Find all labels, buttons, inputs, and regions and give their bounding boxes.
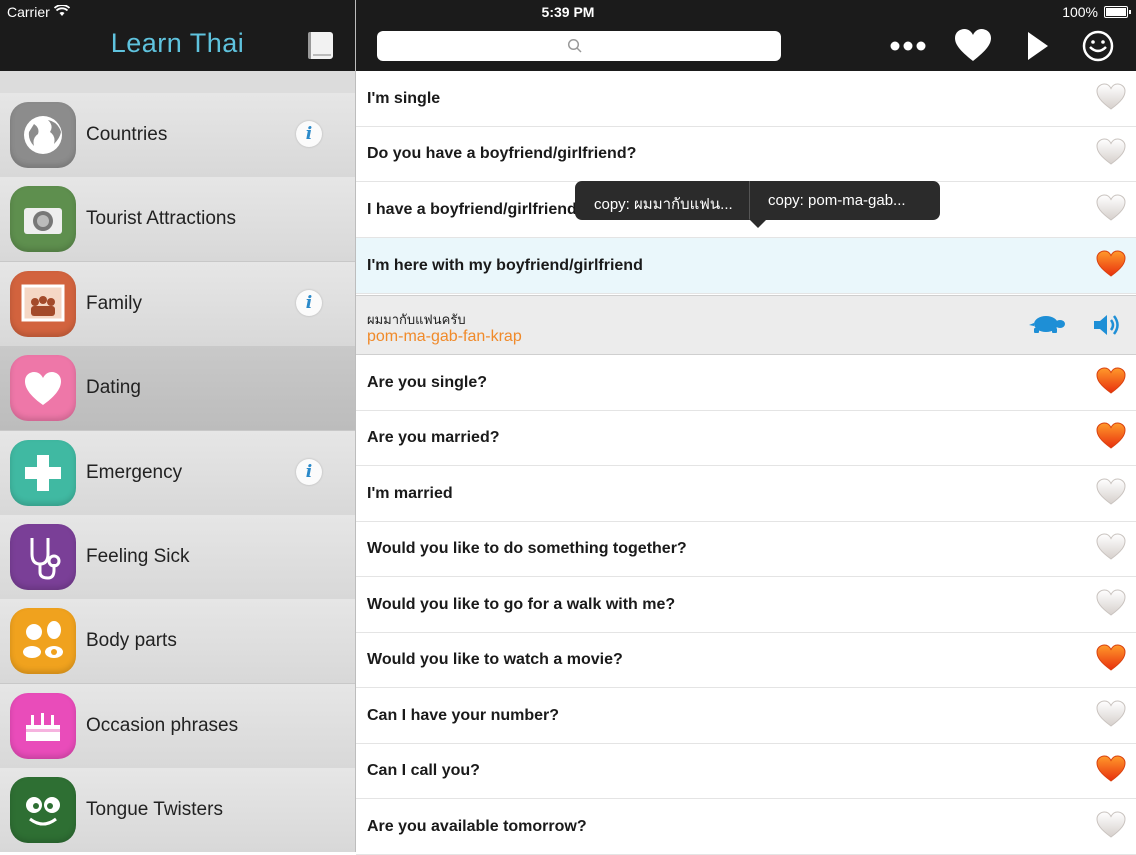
stethoscope-icon xyxy=(10,524,76,590)
battery-percent: 100% xyxy=(1062,4,1098,20)
camera-icon xyxy=(10,186,76,253)
phrase-row[interactable]: Would you like to watch a movie? xyxy=(356,632,1136,688)
category-label: Family xyxy=(86,292,142,314)
category-label: Feeling Sick xyxy=(86,546,190,567)
phrase-row[interactable]: Do you have a boyfriend/girlfriend? xyxy=(356,126,1136,182)
favorite-heart-icon[interactable] xyxy=(1096,422,1126,455)
phrase-row[interactable]: Are you available tomorrow? xyxy=(356,799,1136,855)
info-icon[interactable]: i xyxy=(296,458,322,485)
category-label: Countries xyxy=(86,124,168,145)
category-item-countries[interactable]: Countries i xyxy=(0,93,355,178)
phrase-text: Do you have a boyfriend/girlfriend? xyxy=(367,145,637,162)
search-icon xyxy=(567,38,582,53)
play-button[interactable] xyxy=(1018,28,1058,64)
phrase-detail: ผมมากับแฟนครับ pom-ma-gab-fan-krap xyxy=(356,295,1136,355)
category-item-emergency[interactable]: Emergency i xyxy=(0,430,355,516)
phrase-row[interactable]: Are you single? xyxy=(356,355,1136,411)
category-sidebar: Countries i Tourist Attractions Family i Dati… xyxy=(0,0,356,852)
phrase-row[interactable]: Would you like to do something together? xyxy=(356,521,1136,577)
category-item-tongue-twisters[interactable]: Tongue Twisters xyxy=(0,768,355,852)
clock: 5:39 PM xyxy=(541,4,595,20)
phrase-text: Would you like to go for a walk with me? xyxy=(367,596,676,613)
phrase-text: I'm single xyxy=(367,90,441,107)
more-icon xyxy=(890,41,926,51)
smiley-button[interactable] xyxy=(1078,28,1118,64)
smiley-icon xyxy=(1082,30,1114,62)
book-icon[interactable] xyxy=(308,32,333,59)
phrase-text: Can I have your number? xyxy=(367,707,560,724)
copy-menu-popup: copy: ผมมากับแฟน... copy: pom-ma-gab... xyxy=(575,181,940,228)
phrase-row[interactable]: Can I call you? xyxy=(356,743,1136,799)
popup-divider xyxy=(749,181,750,220)
category-item-family[interactable]: Family i xyxy=(0,261,355,347)
unfavorite-heart-icon[interactable] xyxy=(1096,589,1126,622)
copy-thai-button[interactable]: copy: ผมมากับแฟน... xyxy=(594,192,733,216)
phrase-row[interactable]: Can I have your number? xyxy=(356,688,1136,744)
unfavorite-heart-icon[interactable] xyxy=(1096,194,1126,227)
favorites-heart-icon xyxy=(955,29,991,61)
status-bar: Carrier 5:39 PM 100% xyxy=(0,0,1136,24)
category-item-tourist-attractions[interactable]: Tourist Attractions xyxy=(0,177,355,263)
more-button[interactable] xyxy=(888,28,928,64)
unfavorite-heart-icon[interactable] xyxy=(1096,478,1126,511)
favorites-button[interactable] xyxy=(953,28,993,64)
phrase-row[interactable]: Are you married? xyxy=(356,410,1136,466)
phrase-text: I'm married xyxy=(367,485,453,502)
favorite-heart-icon[interactable] xyxy=(1096,644,1126,677)
category-label: Emergency xyxy=(86,461,183,483)
unfavorite-heart-icon[interactable] xyxy=(1096,533,1126,566)
cake-icon xyxy=(10,692,76,759)
info-icon[interactable]: i xyxy=(296,121,322,147)
category-label: Tourist Attractions xyxy=(86,208,236,230)
slow-playback-button[interactable] xyxy=(1028,314,1068,339)
phrase-text: Are you married? xyxy=(367,429,500,446)
phrase-panel: I'm single Do you have a boyfriend/girlfr… xyxy=(356,0,1136,855)
phrase-text: Are you available tomorrow? xyxy=(367,818,587,835)
category-item-feeling-sick[interactable]: Feeling Sick xyxy=(0,515,355,600)
heart-icon xyxy=(10,355,76,422)
search-input[interactable] xyxy=(377,31,781,61)
silly-face-icon xyxy=(10,777,76,844)
popup-arrow xyxy=(749,219,767,228)
unfavorite-heart-icon[interactable] xyxy=(1096,83,1126,116)
thai-text: ผมมากับแฟนครับ xyxy=(367,312,466,327)
phrase-text: I'm here with my boyfriend/girlfriend xyxy=(367,257,643,274)
cross-icon xyxy=(10,439,76,506)
phrase-text: I have a boyfriend/girlfriend xyxy=(367,201,577,218)
battery-icon xyxy=(1104,6,1131,18)
favorite-heart-icon[interactable] xyxy=(1096,250,1126,283)
phrase-row[interactable]: I'm married xyxy=(356,466,1136,522)
speaker-icon xyxy=(1094,315,1119,335)
body-parts-icon xyxy=(10,608,76,675)
category-item-occasion-phrases[interactable]: Occasion phrases xyxy=(0,683,355,769)
globe-icon xyxy=(10,102,76,168)
phrase-row[interactable]: Would you like to go for a walk with me? xyxy=(356,577,1136,633)
phrase-row[interactable]: I'm single xyxy=(356,71,1136,127)
category-label: Tongue Twisters xyxy=(86,799,223,821)
category-label: Dating xyxy=(86,377,141,399)
phrase-text: Are you single? xyxy=(367,374,488,391)
category-item-dating[interactable]: Dating xyxy=(0,346,355,432)
unfavorite-heart-icon[interactable] xyxy=(1096,700,1126,733)
copy-romanization-button[interactable]: copy: pom-ma-gab... xyxy=(768,192,906,209)
play-audio-button[interactable] xyxy=(1092,312,1122,343)
unfavorite-heart-icon[interactable] xyxy=(1096,811,1126,844)
phrase-text: Would you like to do something together? xyxy=(367,540,687,557)
phrase-text: Can I call you? xyxy=(367,762,480,779)
category-item-body-parts[interactable]: Body parts xyxy=(0,599,355,685)
phrase-text: Would you like to watch a movie? xyxy=(367,651,623,668)
family-picture-icon xyxy=(10,270,76,337)
favorite-heart-icon[interactable] xyxy=(1096,755,1126,788)
unfavorite-heart-icon[interactable] xyxy=(1096,138,1126,171)
turtle-icon xyxy=(1029,316,1065,333)
play-icon xyxy=(1028,32,1048,60)
info-icon[interactable]: i xyxy=(296,289,322,316)
favorite-heart-icon[interactable] xyxy=(1096,367,1126,400)
category-label: Body parts xyxy=(86,630,177,652)
romanization-text: pom-ma-gab-fan-krap xyxy=(367,328,522,345)
category-label: Occasion phrases xyxy=(86,714,239,736)
app-title: Learn Thai xyxy=(110,28,245,58)
phrase-row[interactable]: I'm here with my boyfriend/girlfriend xyxy=(356,238,1136,294)
